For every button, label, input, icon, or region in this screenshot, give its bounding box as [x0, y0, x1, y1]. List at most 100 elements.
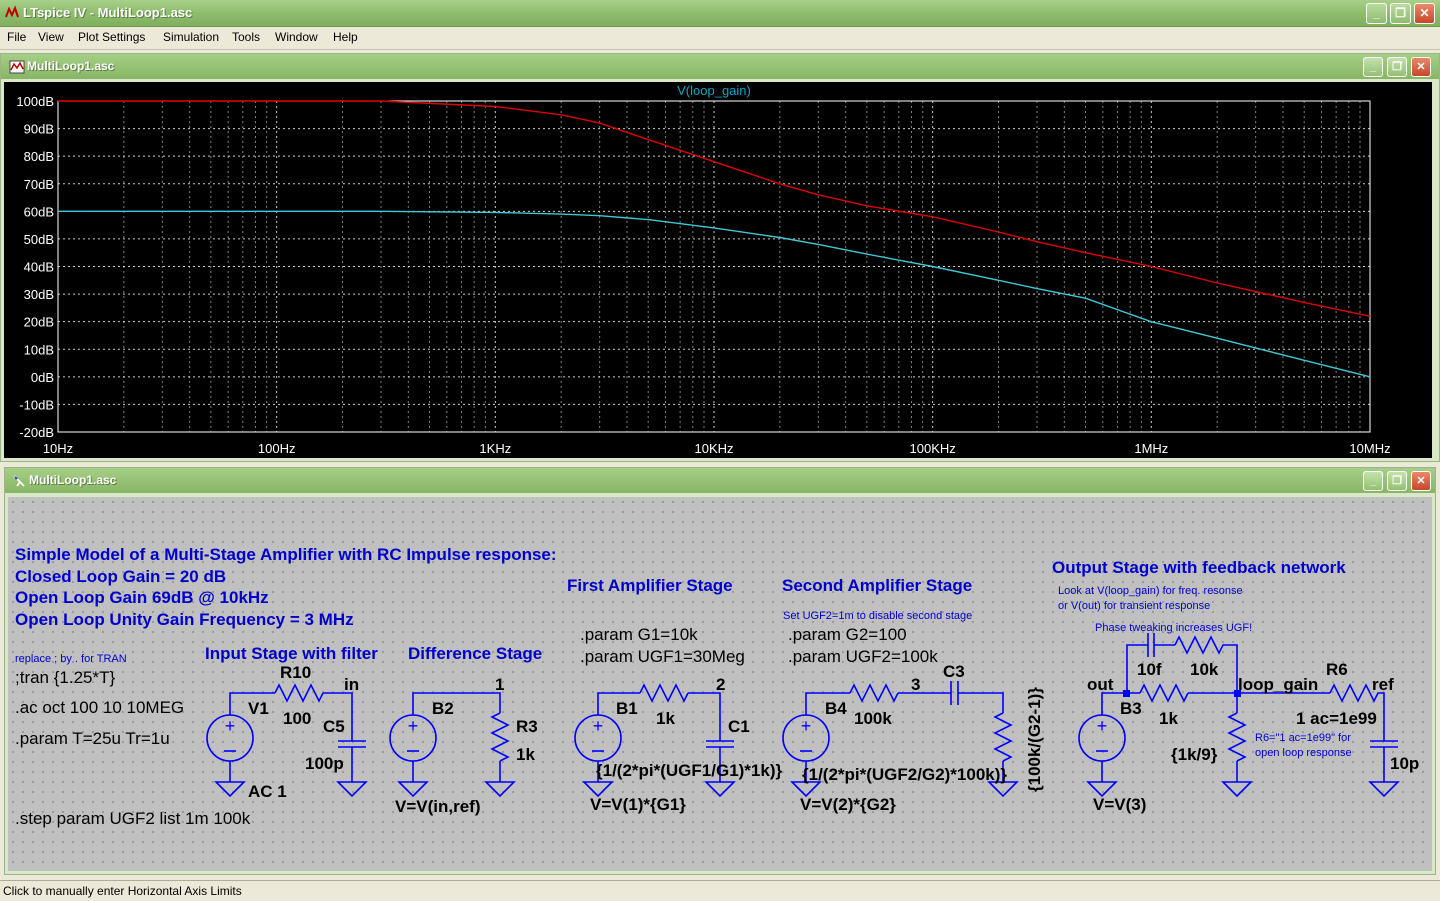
label-r3-val: 1k [516, 745, 535, 764]
menu-simulation[interactable]: Simulation [163, 30, 219, 44]
comment-phase: Phase tweaking increases UGF! [1095, 622, 1252, 634]
menu-plot-settings[interactable]: Plot Settings [78, 30, 145, 44]
window-title: LTspice IV - MultiLoop1.asc [23, 5, 193, 20]
label-r10-val: 100 [283, 709, 311, 728]
comment-look-at-1: Look at V(loop_gain) for freq. resonse [1058, 585, 1243, 597]
menu-file[interactable]: File [7, 30, 26, 44]
menu-bar: File View Plot Settings Simulation Tools… [0, 27, 1440, 50]
label-b4-r: 100k [854, 709, 892, 728]
b2-ground-icon [398, 781, 428, 797]
plot-maximize-button[interactable]: ❐ [1387, 57, 1407, 77]
schematic-window-titlebar[interactable]: MultiLoop1.asc _ ❐ ✕ [5, 468, 1435, 493]
directive-ac[interactable]: .ac oct 100 10 10MEG [15, 698, 184, 717]
label-c1-expr: {1/(2*pi*(UGF1/G1)*1k)} [596, 761, 782, 780]
c5-ground-icon [337, 781, 367, 797]
r-vert-ground-icon [988, 781, 1018, 797]
directive-param-ugf2[interactable]: .param UGF2=100k [788, 647, 938, 666]
title-output-stage: Output Stage with feedback network [1052, 558, 1346, 577]
b4-ground-icon [791, 781, 821, 797]
b1-ground-icon [583, 781, 613, 797]
label-r3: R3 [516, 717, 538, 736]
label-b4: B4 [825, 699, 847, 718]
maximize-button[interactable]: ❐ [1390, 3, 1411, 24]
label-r10k: 10k [1190, 660, 1219, 679]
r3-ground-icon [485, 781, 515, 797]
x-tick-label: 1KHz [479, 441, 511, 456]
schematic-window-title: MultiLoop1.asc [29, 473, 117, 487]
schematic-icon [13, 475, 25, 487]
schematic-minimize-button[interactable]: _ [1363, 471, 1383, 491]
label-c5-val: 100p [305, 754, 344, 773]
y-tick-label: 0dB [31, 370, 54, 385]
directive-param-g2[interactable]: .param G2=100 [788, 625, 907, 644]
x-tick-label: 10MHz [1349, 441, 1390, 456]
x-tick-label: 100KHz [910, 441, 956, 456]
label-b2: B2 [432, 699, 454, 718]
b2-source[interactable] [389, 714, 437, 762]
label-b2-expr: V=V(in,ref) [395, 797, 481, 816]
trace-label[interactable]: V(loop_gain) [677, 83, 751, 98]
directive-param-ugf1[interactable]: .param UGF1=30Meg [580, 647, 745, 666]
label-ac1: AC 1 [248, 782, 287, 801]
y-tick-label: -10dB [19, 397, 54, 412]
label-b1-r: 1k [656, 709, 675, 728]
label-b4-expr: V=V(2)*{G2} [800, 795, 896, 814]
y-tick-label: 50dB [24, 232, 54, 247]
label-b1-expr: V=V(1)*{G1} [590, 795, 686, 814]
y-tick-label: 70dB [24, 177, 54, 192]
label-c10p: 10p [1390, 754, 1419, 773]
label-v1: V1 [248, 699, 269, 718]
title-closed-loop: Closed Loop Gain = 20 dB [15, 567, 226, 586]
label-node2a: 2 [716, 675, 725, 694]
x-tick-label: 10KHz [694, 441, 733, 456]
menu-tools[interactable]: Tools [232, 30, 260, 44]
menu-help[interactable]: Help [333, 30, 358, 44]
app-titlebar[interactable]: LTspice IV - MultiLoop1.asc _ ❐ ✕ [0, 0, 1440, 27]
label-r6: R6 [1326, 660, 1348, 679]
label-r10: R10 [280, 663, 311, 682]
label-in: in [344, 675, 359, 694]
y-tick-label: 40dB [24, 260, 54, 275]
label-c5: C5 [323, 717, 345, 736]
comment-r6-note-1: R6="1 ac=1e99" for [1255, 732, 1351, 744]
label-r-div: {1k/9} [1171, 745, 1218, 764]
plot-window-title: MultiLoop1.asc [27, 59, 115, 73]
status-text: Click to manually enter Horizontal Axis … [3, 884, 242, 898]
menu-view[interactable]: View [38, 30, 64, 44]
y-tick-label: 30dB [24, 287, 54, 302]
bode-plot[interactable]: 10Hz 100Hz 1KHz 10KHz 100KHz 1MHz 10MHz 100dB 90… [4, 82, 1432, 458]
plot-minimize-button[interactable]: _ [1363, 57, 1383, 77]
schematic-canvas[interactable]: + Simple Model of a Multi-Stage Amplifie… [8, 497, 1432, 871]
comment-look-at-2: or V(out) for transient response [1058, 600, 1210, 612]
label-b1: B1 [616, 699, 638, 718]
title-open-loop: Open Loop Gain 69dB @ 10kHz [15, 588, 269, 607]
label-loop-gain: loop_gain [1238, 675, 1318, 694]
title-ugf: Open Loop Unity Gain Frequency = 3 MHz [15, 610, 354, 629]
b1-source[interactable] [574, 714, 622, 762]
label-r-vert: {100k/(G2-1)} [1025, 687, 1044, 792]
close-button[interactable]: ✕ [1414, 3, 1435, 24]
y-tick-label: 20dB [24, 315, 54, 330]
directive-tran[interactable]: ;tran {1.25*T} [15, 668, 116, 687]
label-b3-expr: V=V(3) [1093, 795, 1146, 814]
directive-step[interactable]: .step param UGF2 list 1m 100k [15, 809, 251, 828]
menu-window[interactable]: Window [275, 30, 318, 44]
directive-param-g1[interactable]: .param G1=10k [580, 625, 698, 644]
b4-source[interactable] [782, 714, 830, 762]
trace-line-0[interactable] [58, 100, 1371, 317]
label-ref: ref [1372, 675, 1394, 694]
plot-close-button[interactable]: ✕ [1411, 57, 1431, 77]
b3-source[interactable] [1078, 714, 1126, 762]
plot-area[interactable]: 10Hz 100Hz 1KHz 10KHz 100KHz 1MHz 10MHz 100dB 90… [4, 82, 1432, 458]
y-tick-label: 80dB [24, 149, 54, 164]
schematic-drawing[interactable]: + Simple Model of a Multi-Stage Amplifie… [8, 497, 1432, 871]
title-second-stage: Second Amplifier Stage [782, 576, 972, 595]
directive-param-t[interactable]: .param T=25u Tr=1u [15, 729, 170, 748]
minimize-button[interactable]: _ [1366, 3, 1387, 24]
schematic-maximize-button[interactable]: ❐ [1387, 471, 1407, 491]
v1-source[interactable] [206, 714, 254, 762]
y-tick-label: 60dB [24, 204, 54, 219]
label-b3-r: 1k [1159, 709, 1178, 728]
plot-window-titlebar[interactable]: MultiLoop1.asc _ ❐ ✕ [1, 54, 1439, 79]
schematic-close-button[interactable]: ✕ [1411, 471, 1431, 491]
